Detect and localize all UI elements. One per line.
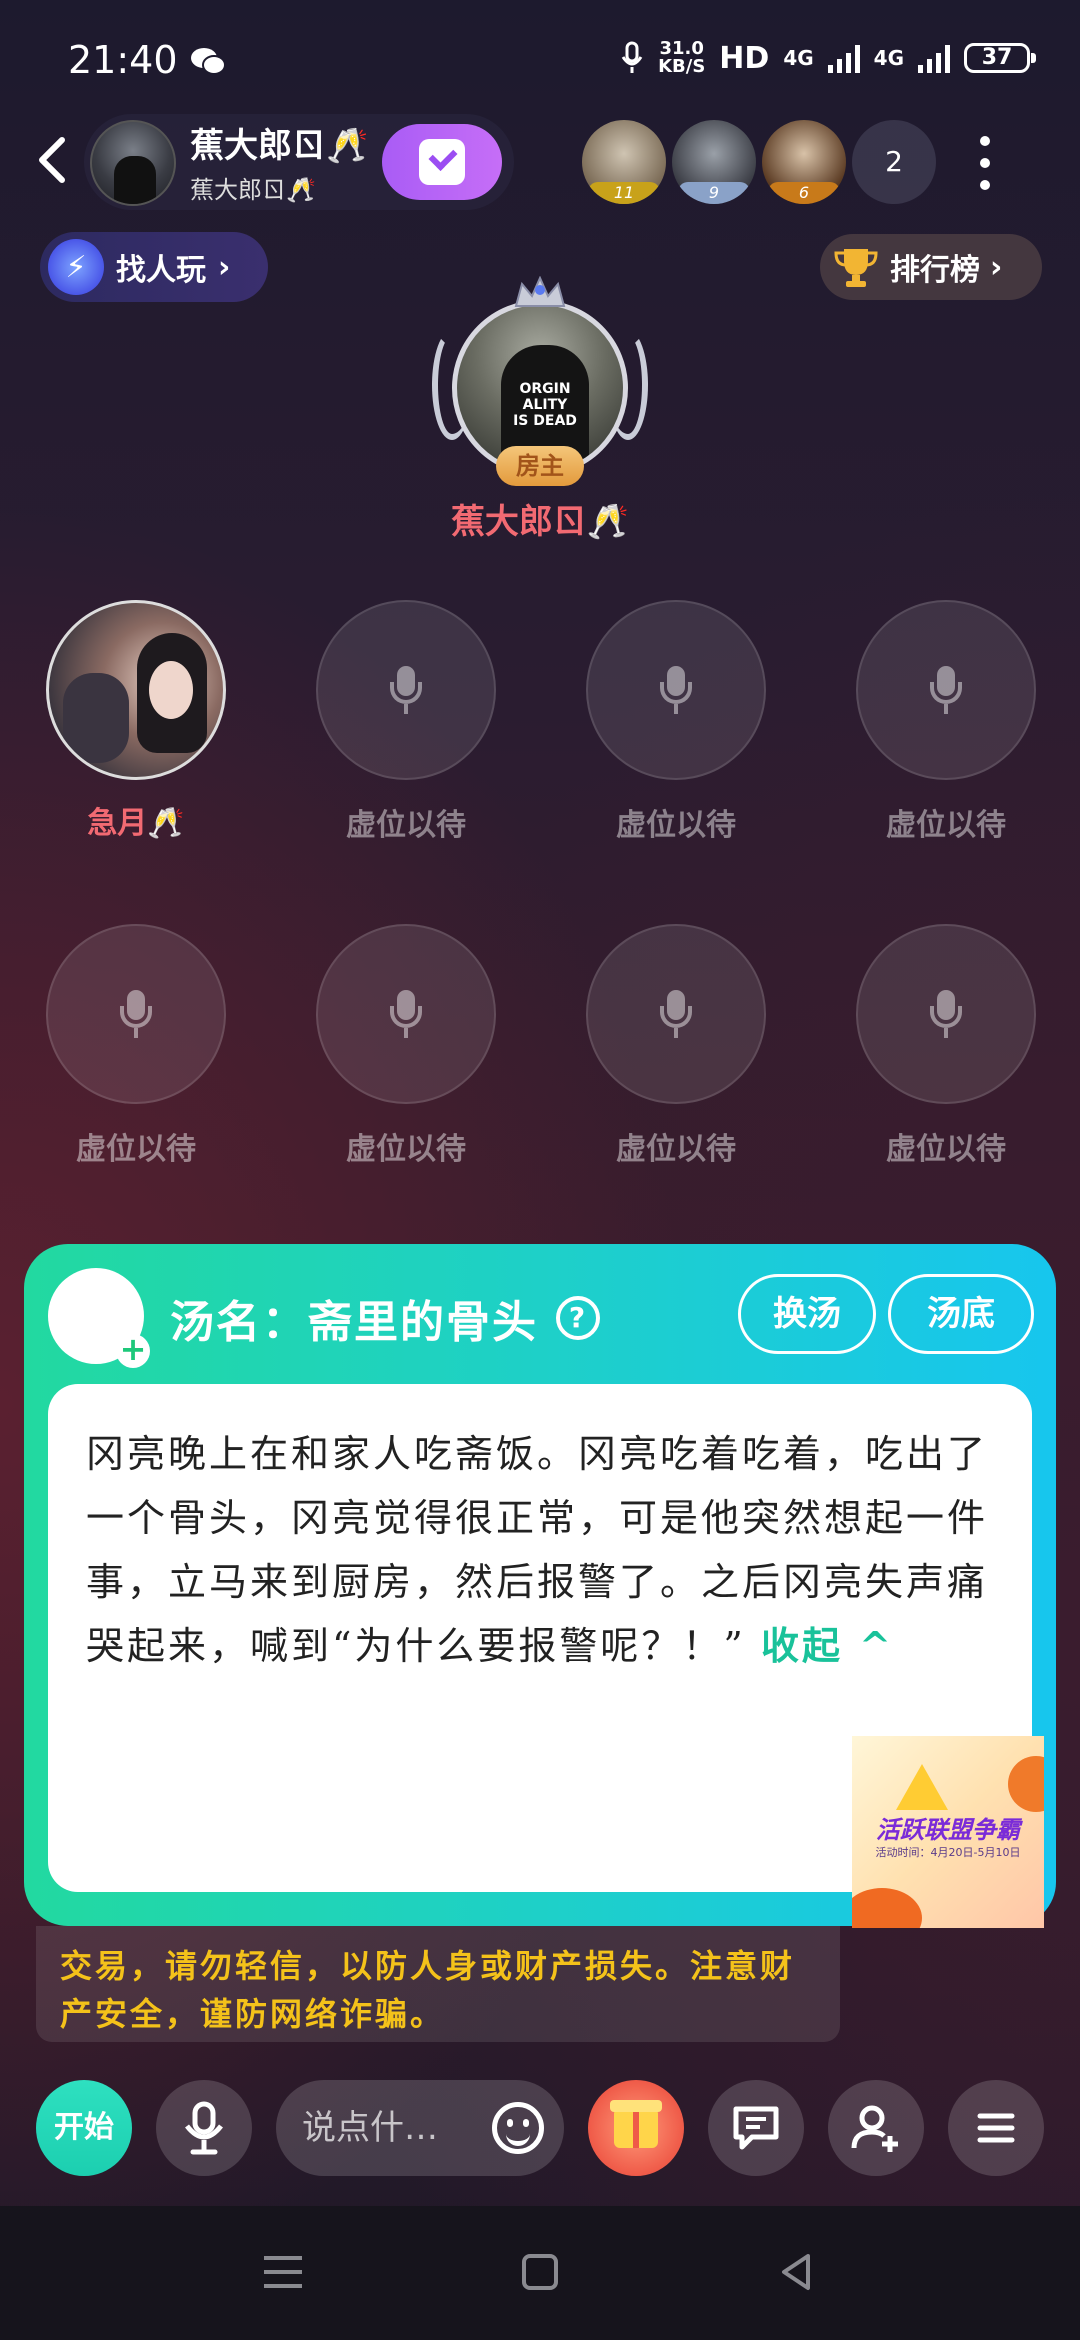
- find-players-button[interactable]: ⚡ 找人玩 ›: [40, 232, 268, 302]
- empty-seat-8[interactable]: [856, 924, 1036, 1104]
- microphone-icon: [388, 990, 424, 1038]
- back-arrow-icon[interactable]: [26, 130, 76, 190]
- seat-6-label: 虚位以待: [346, 1132, 466, 1167]
- seat-1-name: 急月🥂: [87, 806, 185, 841]
- empty-seat-2[interactable]: [316, 600, 496, 780]
- host-name: 蕉大郎ㄖ🥂: [190, 126, 369, 166]
- chevron-right-icon: ›: [990, 249, 1003, 285]
- microphone-icon: [118, 990, 154, 1038]
- seat-4-label: 虚位以待: [886, 808, 1006, 843]
- add-icon[interactable]: +: [116, 1333, 150, 1368]
- menu-icon: [977, 2113, 1015, 2143]
- safety-notice: 交易，请勿轻信，以防人身或财产损失。注意财产安全，谨防网络诈骗。: [36, 1926, 840, 2042]
- card-avatar[interactable]: +: [48, 1268, 150, 1368]
- level-badge: 9: [678, 182, 750, 204]
- story-text: 冈亮晚上在和家人吃斋饭。冈亮吃着吃着，吃出了一个骨头，冈亮觉得很正常，可是他突然…: [86, 1432, 989, 1668]
- audience-avatar[interactable]: 11: [582, 120, 666, 204]
- empty-seat-5[interactable]: [46, 924, 226, 1104]
- microphone-icon: [185, 2101, 223, 2155]
- chat-bubble-icon: [733, 2106, 779, 2150]
- empty-seat-3[interactable]: [586, 600, 766, 780]
- chat-input-pill[interactable]: [276, 2080, 564, 2176]
- seat-3-label: 虚位以待: [616, 808, 736, 843]
- leaderboard-button[interactable]: 排行榜 ›: [820, 234, 1042, 300]
- message-button[interactable]: [708, 2080, 804, 2176]
- event-banner-title: 活跃联盟争霸: [876, 1816, 1020, 1844]
- level-badge: 6: [768, 182, 840, 204]
- seat-7-label: 虚位以待: [616, 1132, 736, 1167]
- battery-icon: 37: [964, 43, 1036, 73]
- host-badge: 房主: [496, 446, 584, 486]
- event-banner[interactable]: 活跃联盟争霸 活动时间：4月20日-5月10日: [852, 1736, 1044, 1928]
- help-icon[interactable]: ?: [556, 1296, 600, 1340]
- back-triangle-icon[interactable]: [776, 2252, 816, 2292]
- home-icon[interactable]: [522, 2254, 558, 2290]
- seat-5-label: 虚位以待: [76, 1132, 196, 1167]
- seat-1-avatar[interactable]: [46, 600, 226, 780]
- add-user-icon: [851, 2105, 898, 2152]
- audience-avatar[interactable]: 6: [762, 120, 846, 204]
- status-time: 21:40: [68, 38, 178, 82]
- emoji-icon[interactable]: [492, 2102, 544, 2154]
- voice-button[interactable]: [156, 2080, 252, 2176]
- empty-seat-6[interactable]: [316, 924, 496, 1104]
- microphone-icon: [388, 666, 424, 714]
- level-badge: 11: [588, 182, 660, 204]
- host-avatar[interactable]: [90, 120, 176, 206]
- gift-icon: [610, 2100, 662, 2148]
- audience-avatar[interactable]: 9: [672, 120, 756, 204]
- collapse-link[interactable]: 收起 ^: [761, 1623, 894, 1668]
- signal-1-icon: [827, 43, 860, 73]
- host-subtitle: 蕉大郎ㄖ🥂: [190, 176, 316, 204]
- signal-2-icon: [918, 43, 950, 73]
- net-speed: 31.0 KB/S: [658, 38, 706, 77]
- chevron-right-icon: ›: [218, 249, 231, 285]
- soup-title: 汤名：斋里的骨头 ?: [170, 1286, 600, 1350]
- empty-seat-4[interactable]: [856, 600, 1036, 780]
- seat-8-label: 虚位以待: [886, 1132, 1006, 1167]
- chat-input[interactable]: [302, 2104, 472, 2152]
- empty-seat-7[interactable]: [586, 924, 766, 1104]
- change-soup-button[interactable]: 换汤: [738, 1274, 876, 1354]
- menu-button[interactable]: [948, 2080, 1044, 2176]
- microphone-icon: [928, 990, 964, 1038]
- status-icons: 31.0 KB/S HD 4G 4G 37: [620, 38, 1036, 77]
- find-players-label: 找人玩: [116, 253, 206, 288]
- crown-icon: [514, 276, 566, 307]
- seat-2-label: 虚位以待: [346, 808, 466, 843]
- network-type-2: 4G: [873, 46, 904, 70]
- host-seat-name: 蕉大郎ㄖ🥂: [450, 502, 630, 542]
- mic-status-icon: [621, 41, 643, 73]
- follow-button[interactable]: [382, 124, 502, 200]
- microphone-icon: [928, 666, 964, 714]
- lightning-icon: ⚡: [48, 239, 104, 295]
- audience-count[interactable]: 2: [852, 120, 936, 204]
- microphone-icon: [658, 666, 694, 714]
- event-banner-date: 活动时间：4月20日-5月10日: [875, 1846, 1021, 1859]
- soup-answer-button[interactable]: 汤底: [888, 1274, 1034, 1354]
- start-button[interactable]: 开始: [36, 2080, 132, 2176]
- invite-button[interactable]: [828, 2080, 924, 2176]
- status-bar: 21:40 31.0 KB/S HD 4G 4G 37: [0, 0, 1080, 120]
- wechat-icon: [191, 48, 226, 75]
- trophy-icon: [834, 249, 878, 287]
- microphone-icon: [658, 990, 694, 1038]
- leaderboard-label: 排行榜: [890, 253, 980, 288]
- hd-indicator: HD: [719, 40, 770, 76]
- network-type-1: 4G: [783, 46, 814, 70]
- recent-apps-icon[interactable]: [264, 2256, 302, 2288]
- gift-button[interactable]: [588, 2080, 684, 2176]
- check-icon: [419, 139, 465, 185]
- more-options-icon[interactable]: [970, 136, 1000, 192]
